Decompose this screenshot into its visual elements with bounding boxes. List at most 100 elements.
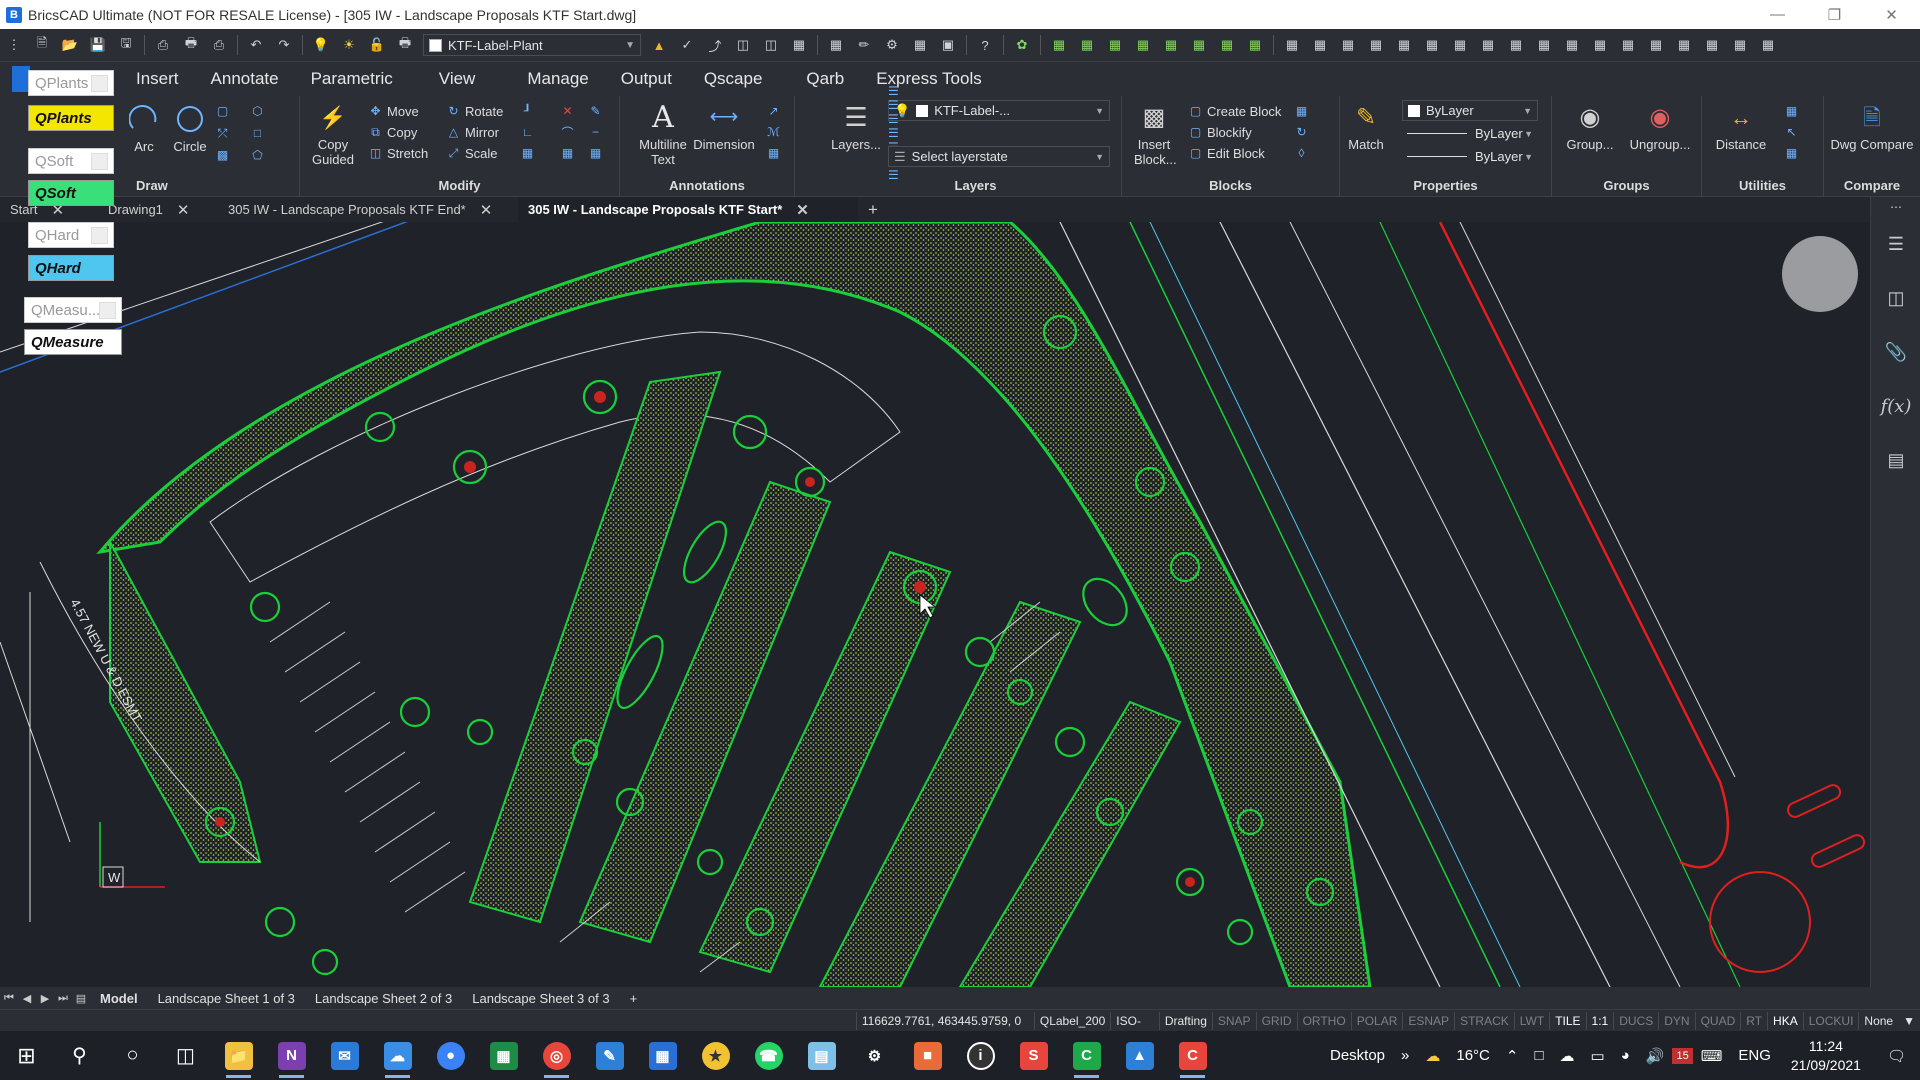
select-tool[interactable]: ↖	[1784, 123, 1803, 141]
qscape-tool-14-icon[interactable]: ▦	[1421, 34, 1443, 56]
qscape-tool-25-icon[interactable]: ▦	[1729, 34, 1751, 56]
keyboard-icon[interactable]: ⌨	[1693, 1047, 1731, 1065]
toggle-tile[interactable]: TILE	[1549, 1011, 1585, 1030]
qscape-tool-23-icon[interactable]: ▦	[1673, 34, 1695, 56]
taskbar-onenote[interactable]: N	[265, 1031, 318, 1080]
qmeasure-button[interactable]: QMeasure	[24, 329, 122, 355]
eraser-icon[interactable]: ✏	[853, 34, 875, 56]
qscape-tool-12-icon[interactable]: ▦	[1365, 34, 1387, 56]
qscape-tool-21-icon[interactable]: ▦	[1617, 34, 1639, 56]
id-point-tool[interactable]: ▦	[1784, 102, 1803, 120]
tab-annotate[interactable]: Annotate	[195, 62, 295, 96]
qscape-tool-16-icon[interactable]: ▦	[1477, 34, 1499, 56]
undo-icon[interactable]: ↶	[245, 34, 267, 56]
search-button[interactable]: ⚲	[53, 1031, 106, 1080]
tab-insert[interactable]: Insert	[120, 62, 195, 96]
redo-icon[interactable]: ↷	[273, 34, 295, 56]
layer-isolate-icon[interactable]: ◫	[732, 34, 754, 56]
qhard-button[interactable]: QHard	[28, 255, 114, 281]
text-style-tool[interactable]: ℳ	[766, 123, 785, 141]
layout-list-icon[interactable]: ▤	[72, 992, 90, 1005]
properties-panel-icon[interactable]: ☰	[1871, 217, 1920, 271]
quick-select-tool[interactable]: ▦	[1784, 144, 1803, 162]
polygon-tool[interactable]: ⬡	[250, 102, 269, 120]
qscape-tool-8-icon[interactable]: ▦	[1244, 34, 1266, 56]
qscape-tool-1-icon[interactable]: ▦	[1048, 34, 1070, 56]
checkbox[interactable]	[91, 227, 108, 244]
stretch-button[interactable]: ◫ Stretch	[368, 144, 428, 162]
layout-tab-sheet-1[interactable]: Landscape Sheet 1 of 3	[148, 991, 305, 1006]
toggle-polar[interactable]: POLAR	[1350, 1011, 1403, 1030]
status-menu-icon[interactable]: ▼	[1898, 1012, 1920, 1030]
add-layout-button[interactable]: +	[620, 991, 648, 1006]
checkbox[interactable]	[91, 153, 108, 170]
look-from-widget[interactable]	[1782, 236, 1858, 312]
block-replace-tool[interactable]: ◊	[1294, 144, 1313, 162]
restore-button[interactable]: ❐	[1806, 0, 1863, 29]
calculator-icon[interactable]: ▦	[909, 34, 931, 56]
taskbar-chrome[interactable]: ◎	[530, 1031, 583, 1080]
rotate-button[interactable]: ↻ Rotate	[446, 102, 503, 120]
doc-tab-start-active[interactable]: 305 IW - Landscape Proposals KTF Start* ✕	[518, 197, 858, 222]
battery-icon[interactable]: ▭	[1583, 1047, 1613, 1065]
ungroup-button[interactable]: ◉ Ungroup...	[1624, 100, 1696, 152]
taskbar-notepad[interactable]: ▤	[795, 1031, 848, 1080]
qscape-tool-24-icon[interactable]: ▦	[1701, 34, 1723, 56]
next-layout-icon[interactable]: ▶	[36, 992, 54, 1005]
close-icon[interactable]: ✕	[177, 201, 190, 219]
more-icon[interactable]: ⋯	[1871, 197, 1920, 217]
table-tool[interactable]: ▦	[766, 144, 785, 162]
edit-tool[interactable]: ✎	[588, 102, 607, 120]
tray-expand-icon[interactable]: ⌃	[1498, 1047, 1527, 1065]
layerstate-select[interactable]: ☰ Select layerstate ▼	[888, 146, 1110, 167]
tab-express-tools[interactable]: Express Tools	[860, 62, 998, 96]
cortana-button[interactable]: ○	[106, 1031, 159, 1080]
checkbox[interactable]	[91, 75, 108, 92]
taskbar-bricscad-green[interactable]: C	[1060, 1031, 1113, 1080]
qscape-tool-20-icon[interactable]: ▦	[1589, 34, 1611, 56]
qscape-tool-2-icon[interactable]: ▦	[1076, 34, 1098, 56]
workspace-selector[interactable]: Drafting	[1158, 1011, 1212, 1030]
taskbar-paint[interactable]: ■	[901, 1031, 954, 1080]
tab-output[interactable]: Output	[605, 62, 688, 96]
qsoft-toggle[interactable]: QSoft	[28, 148, 114, 174]
qscape-tool-6-icon[interactable]: ▦	[1188, 34, 1210, 56]
block-attr-tool[interactable]: ▦	[1294, 102, 1313, 120]
close-icon[interactable]: ✕	[796, 201, 809, 219]
device-icon[interactable]: □	[1526, 1047, 1551, 1064]
qscape-tool-17-icon[interactable]: ▦	[1505, 34, 1527, 56]
tab-qscape[interactable]: Qscape	[688, 62, 779, 96]
settings-icon[interactable]: ⚙	[881, 34, 903, 56]
circle-button[interactable]: Circle	[170, 102, 210, 154]
help-icon[interactable]: ?	[974, 34, 996, 56]
taskbar-bricscad[interactable]: C	[1166, 1031, 1219, 1080]
dwg-compare-button[interactable]: 🗎 Dwg Compare	[1830, 100, 1914, 152]
qscape-tool-18-icon[interactable]: ▦	[1533, 34, 1555, 56]
toggle-lockui[interactable]: LOCKUI	[1802, 1011, 1859, 1030]
copy-button[interactable]: ⧉ Copy	[368, 123, 417, 141]
table-icon[interactable]: ▦	[825, 34, 847, 56]
drawing-canvas[interactable]: 4.57 NEW U & D ESMT W	[0, 222, 1870, 987]
mirror-button[interactable]: △ Mirror	[446, 123, 499, 141]
color-select[interactable]: ByLayer ▼	[1402, 100, 1538, 121]
selection-filter[interactable]: None	[1858, 1011, 1898, 1030]
offset-tool[interactable]: ⌒	[560, 123, 579, 141]
new-icon[interactable]: 🗎	[31, 34, 53, 56]
scale-button[interactable]: ⤢ Scale	[446, 144, 498, 162]
toggle-quad[interactable]: QUAD	[1694, 1011, 1741, 1030]
layers-button[interactable]: ☰ Layers...	[830, 100, 882, 153]
layer-walk-icon[interactable]: ▦	[788, 34, 810, 56]
toggle-grid[interactable]: GRID	[1255, 1011, 1297, 1030]
layer-previous-icon[interactable]: ⤴	[704, 34, 726, 56]
qscape-tool-19-icon[interactable]: ▦	[1561, 34, 1583, 56]
blockify-button[interactable]: ▢ Blockify	[1188, 123, 1252, 141]
qscape-tool-7-icon[interactable]: ▦	[1216, 34, 1238, 56]
qscape-tool-22-icon[interactable]: ▦	[1645, 34, 1667, 56]
toggle-ducs[interactable]: DUCS	[1613, 1011, 1658, 1030]
close-window-button[interactable]: ✕	[1863, 0, 1920, 29]
toggle-esnap[interactable]: ESNAP	[1402, 1011, 1454, 1030]
taskbar-excel[interactable]: ▦	[477, 1031, 530, 1080]
chamfer-tool[interactable]: ∟	[520, 123, 539, 141]
qscape-tool-9-icon[interactable]: ▦	[1281, 34, 1303, 56]
taskbar-app-edit[interactable]: ✎	[583, 1031, 636, 1080]
